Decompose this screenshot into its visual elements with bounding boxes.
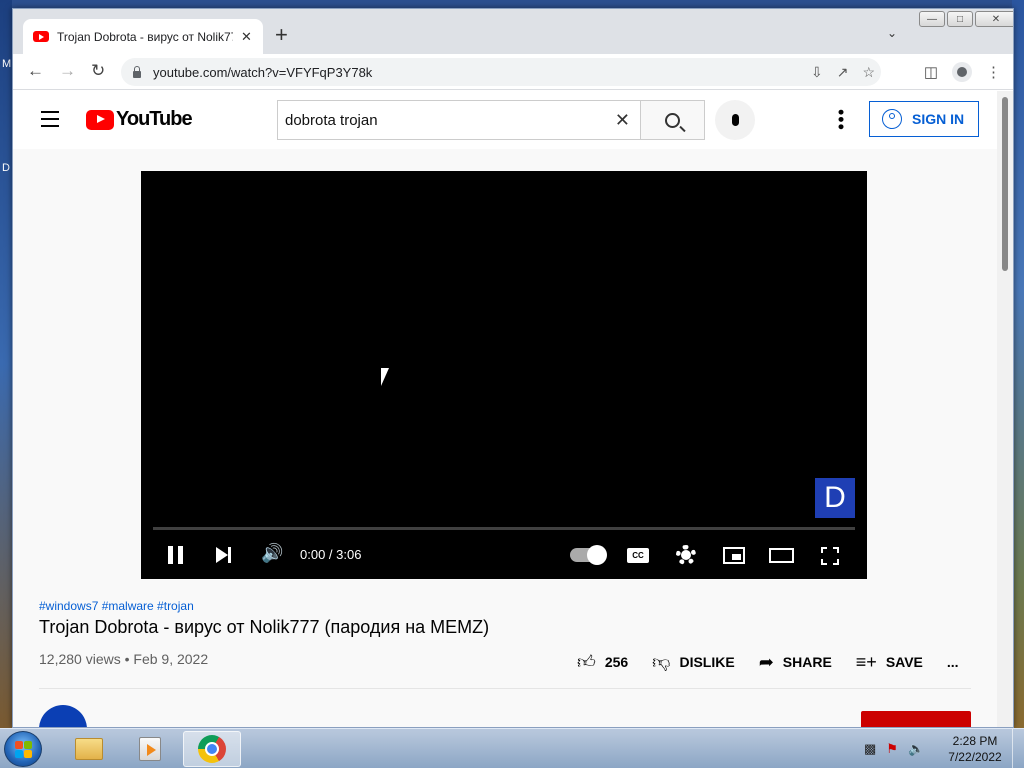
tab-youtube[interactable]: Trojan Dobrota - вирус от Nolik777 (паро… <box>23 19 263 54</box>
clock-date: 7/22/2022 <box>948 750 1002 764</box>
show-desktop-button[interactable] <box>1012 729 1024 768</box>
reload-icon[interactable]: ↻ <box>91 61 105 81</box>
subtitles-icon[interactable]: CC <box>627 548 649 563</box>
media-player-icon <box>139 737 161 761</box>
progress-bar[interactable] <box>153 527 855 530</box>
search-input[interactable]: dobrota trojan ✕ <box>277 100 641 140</box>
volume-tray-icon[interactable]: 🔈 <box>908 741 924 757</box>
video-actions: 👍︎ 256 👎︎ DISLIKE ➦ SHARE ≡+ SAVE ... <box>577 651 983 673</box>
window-controls: — □ ✕ <box>917 11 1013 29</box>
autoplay-toggle[interactable] <box>570 545 607 565</box>
sign-in-button[interactable]: SIGN IN <box>869 101 979 137</box>
share-label: SHARE <box>782 654 832 670</box>
chrome-icon <box>198 735 226 763</box>
miniplayer-icon[interactable] <box>723 547 745 564</box>
account-icon <box>882 109 902 129</box>
share-button[interactable]: ➦ SHARE <box>759 652 832 673</box>
close-window-button[interactable]: ✕ <box>975 11 1013 27</box>
next-video-icon[interactable] <box>216 547 231 563</box>
browser-toolbar: ← → ↻ youtube.com/watch?v=VFYFqP3Y78k ⇩ … <box>13 54 1013 90</box>
divider <box>39 688 971 689</box>
tab-close-icon[interactable]: ✕ <box>241 29 252 45</box>
time-display: 0:00 / 3:06 <box>300 547 362 562</box>
taskbar-explorer[interactable] <box>60 731 118 767</box>
address-bar[interactable]: youtube.com/watch?v=VFYFqP3Y78k ⇩ ↗ ☆ <box>121 58 881 86</box>
like-button[interactable]: 👍︎ 256 <box>577 651 628 673</box>
video-hashtags[interactable]: #windows7 #malware #trojan <box>39 599 194 613</box>
side-panel-icon[interactable]: ◫ <box>924 63 938 81</box>
more-actions-button[interactable]: ... <box>947 654 959 670</box>
minimize-button[interactable]: — <box>919 11 945 27</box>
channel-watermark[interactable]: D <box>815 478 855 518</box>
youtube-page: YouTube dobrota trojan ✕ ••• SIGN IN D 🔊… <box>13 91 1013 727</box>
taskbar: ▩ ⚑ 🔈 2:28 PM 7/22/2022 <box>0 728 1024 768</box>
settings-more-icon[interactable]: ••• <box>831 109 851 131</box>
mouse-cursor-icon <box>381 368 389 386</box>
dislike-button[interactable]: 👎︎ DISLIKE <box>652 651 735 673</box>
video-title: Trojan Dobrota - вирус от Nolik777 (паро… <box>39 617 490 637</box>
start-button[interactable] <box>4 731 42 767</box>
tab-title: Trojan Dobrota - вирус от Nolik777 (паро… <box>57 29 233 44</box>
save-label: SAVE <box>885 654 923 670</box>
bookmark-star-icon[interactable]: ☆ <box>862 64 875 81</box>
like-count: 256 <box>604 654 629 670</box>
url-text[interactable]: youtube.com/watch?v=VFYFqP3Y78k <box>153 65 372 80</box>
share-page-icon[interactable]: ↗ <box>837 64 849 81</box>
sign-in-label: SIGN IN <box>912 111 965 127</box>
youtube-favicon-icon <box>33 31 49 42</box>
volume-icon[interactable]: 🔊 <box>261 543 283 564</box>
dislike-label: DISLIKE <box>679 654 735 670</box>
action-center-flag-icon[interactable]: ⚑ <box>886 741 898 757</box>
profile-avatar-icon[interactable] <box>952 62 972 82</box>
install-app-icon[interactable]: ⇩ <box>811 64 823 81</box>
fullscreen-icon[interactable] <box>821 547 839 565</box>
taskbar-chrome[interactable] <box>183 731 241 767</box>
clock-time: 2:28 PM <box>952 734 998 748</box>
theater-mode-icon[interactable] <box>769 548 794 563</box>
search-button[interactable] <box>641 100 705 140</box>
voice-search-button[interactable] <box>715 100 755 140</box>
scrollbar-thumb[interactable] <box>1002 97 1008 271</box>
lock-icon[interactable] <box>133 65 141 78</box>
save-button[interactable]: ≡+ SAVE <box>856 652 923 673</box>
clear-search-icon[interactable]: ✕ <box>615 110 630 131</box>
video-meta: 12,280 views • Feb 9, 2022 <box>39 651 209 667</box>
youtube-header: YouTube dobrota trojan ✕ ••• SIGN IN <box>13 91 1013 149</box>
player-controls: 🔊 0:00 / 3:06 CC <box>141 535 867 575</box>
network-icon[interactable]: ▩ <box>864 741 876 757</box>
browser-window: Trojan Dobrota - вирус от Nolik777 (паро… <box>12 8 1014 728</box>
hamburger-menu-icon[interactable] <box>41 111 59 132</box>
more-icon: ... <box>946 654 959 670</box>
share-arrow-icon: ➦ <box>758 651 774 672</box>
youtube-play-logo-icon <box>86 109 114 130</box>
folder-icon <box>75 738 103 760</box>
browser-menu-icon[interactable]: ⋮ <box>986 63 1001 81</box>
tab-strip: Trojan Dobrota - вирус от Nolik777 (паро… <box>13 9 1013 54</box>
taskbar-media-player[interactable] <box>121 731 179 767</box>
page-scrollbar[interactable] <box>997 91 1013 727</box>
search-icon <box>665 112 680 128</box>
clock[interactable]: 2:28 PM 7/22/2022 <box>940 733 1010 765</box>
channel-avatar[interactable] <box>39 705 87 727</box>
subscribe-button[interactable] <box>861 711 971 727</box>
desktop-icon-label: M <box>2 58 12 70</box>
microphone-icon <box>731 114 739 126</box>
tab-search-chevron-icon[interactable]: ⌄ <box>887 26 897 40</box>
thumbs-down-icon: 👎︎ <box>652 652 671 672</box>
video-player[interactable]: D 🔊 0:00 / 3:06 CC <box>141 171 867 579</box>
search-input-value[interactable]: dobrota trojan <box>285 112 615 129</box>
maximize-button[interactable]: □ <box>947 11 973 27</box>
back-icon[interactable]: ← <box>27 61 44 81</box>
playlist-add-icon: ≡+ <box>855 651 877 672</box>
forward-icon[interactable]: → <box>59 61 76 81</box>
new-tab-button[interactable]: + <box>275 24 288 46</box>
youtube-wordmark: YouTube <box>116 108 193 130</box>
settings-gear-icon[interactable] <box>676 545 696 565</box>
desktop-left: M D <box>0 0 12 728</box>
youtube-logo[interactable]: YouTube <box>86 108 193 131</box>
desktop-icon-label: D <box>2 162 10 174</box>
thumbs-up-icon: 👍︎ <box>577 652 596 672</box>
pause-icon[interactable] <box>168 546 188 569</box>
system-tray: ▩ ⚑ 🔈 <box>864 741 924 757</box>
